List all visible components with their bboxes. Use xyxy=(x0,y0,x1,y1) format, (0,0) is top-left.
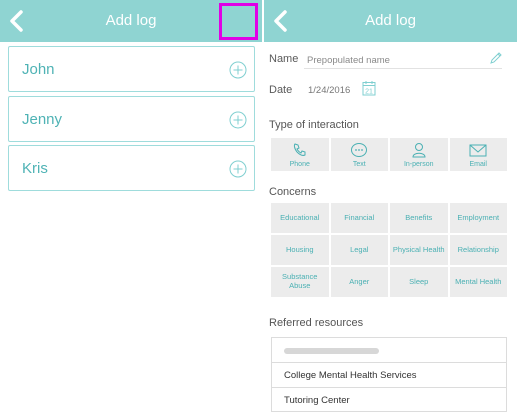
interaction-text-button[interactable]: Text xyxy=(330,138,388,171)
interaction-label: In-person xyxy=(403,161,434,168)
concerns-section-title: Concerns xyxy=(269,186,317,198)
concern-substance-abuse-button[interactable]: Substance Abuse xyxy=(271,267,329,297)
person-card-kris[interactable]: Kris xyxy=(8,145,255,191)
person-name: Kris xyxy=(22,160,48,177)
resource-label: College Mental Health Services xyxy=(284,370,417,381)
name-label: Name xyxy=(269,53,299,65)
page-title: Add log xyxy=(365,12,416,29)
header-bar: Add log xyxy=(264,0,517,42)
concern-physical-health-button[interactable]: Physical Health xyxy=(390,235,448,265)
name-underline xyxy=(304,68,502,69)
pencil-icon[interactable] xyxy=(489,51,503,65)
concern-educational-button[interactable]: Educational xyxy=(271,203,329,233)
concern-benefits-button[interactable]: Benefits xyxy=(390,203,448,233)
interaction-phone-button[interactable]: Phone xyxy=(271,138,329,171)
highlight-box[interactable] xyxy=(219,3,258,40)
resource-label: Tutoring Center xyxy=(284,395,350,406)
concern-legal-button[interactable]: Legal xyxy=(330,235,388,265)
interaction-type-grid: Phone Text In-person Email xyxy=(271,138,507,171)
date-field[interactable]: 1/24/2016 xyxy=(308,85,350,96)
resource-item[interactable]: College Mental Health Services xyxy=(271,362,507,387)
person-select-screen: Add log John Jenny Kris xyxy=(0,0,262,417)
concern-sleep-button[interactable]: Sleep xyxy=(390,267,448,297)
phone-icon xyxy=(293,143,306,156)
header-bar: Add log xyxy=(0,0,262,42)
concern-anger-button[interactable]: Anger xyxy=(330,267,388,297)
redacted-text xyxy=(284,348,379,354)
log-form-screen: Add log Name Prepopulated name Date 1/24… xyxy=(264,0,517,417)
concern-housing-button[interactable]: Housing xyxy=(271,235,329,265)
add-circle-icon[interactable] xyxy=(229,160,247,178)
person-name: John xyxy=(22,61,55,78)
resources-section-title: Referred resources xyxy=(269,317,364,329)
concern-employment-button[interactable]: Employment xyxy=(449,203,507,233)
text-bubble-icon xyxy=(351,143,368,157)
interaction-label: Phone xyxy=(289,161,310,168)
interaction-label: Email xyxy=(469,161,487,168)
person-card-john[interactable]: John xyxy=(8,46,255,92)
calendar-icon[interactable]: 21 xyxy=(362,80,376,96)
concerns-grid: Educational Financial Benefits Employmen… xyxy=(271,203,507,297)
interaction-email-button[interactable]: Email xyxy=(449,138,507,171)
date-label: Date xyxy=(269,84,293,96)
person-name: Jenny xyxy=(22,111,63,128)
name-field[interactable]: Prepopulated name xyxy=(307,55,390,66)
interaction-section-title: Type of interaction xyxy=(269,119,359,131)
envelope-icon xyxy=(469,144,487,157)
add-circle-icon[interactable] xyxy=(229,111,247,129)
resource-list: College Mental Health Services Tutoring … xyxy=(271,337,507,412)
interaction-in-person-button[interactable]: In-person xyxy=(390,138,448,171)
person-icon xyxy=(412,143,426,158)
concern-mental-health-button[interactable]: Mental Health xyxy=(449,267,507,297)
calendar-day: 21 xyxy=(365,89,373,96)
concern-relationship-button[interactable]: Relationship xyxy=(449,235,507,265)
resource-item[interactable]: Tutoring Center xyxy=(271,387,507,412)
resource-item-redacted[interactable] xyxy=(271,337,507,362)
person-card-jenny[interactable]: Jenny xyxy=(8,96,255,142)
add-circle-icon[interactable] xyxy=(229,61,247,79)
concern-financial-button[interactable]: Financial xyxy=(330,203,388,233)
interaction-label: Text xyxy=(352,161,366,168)
